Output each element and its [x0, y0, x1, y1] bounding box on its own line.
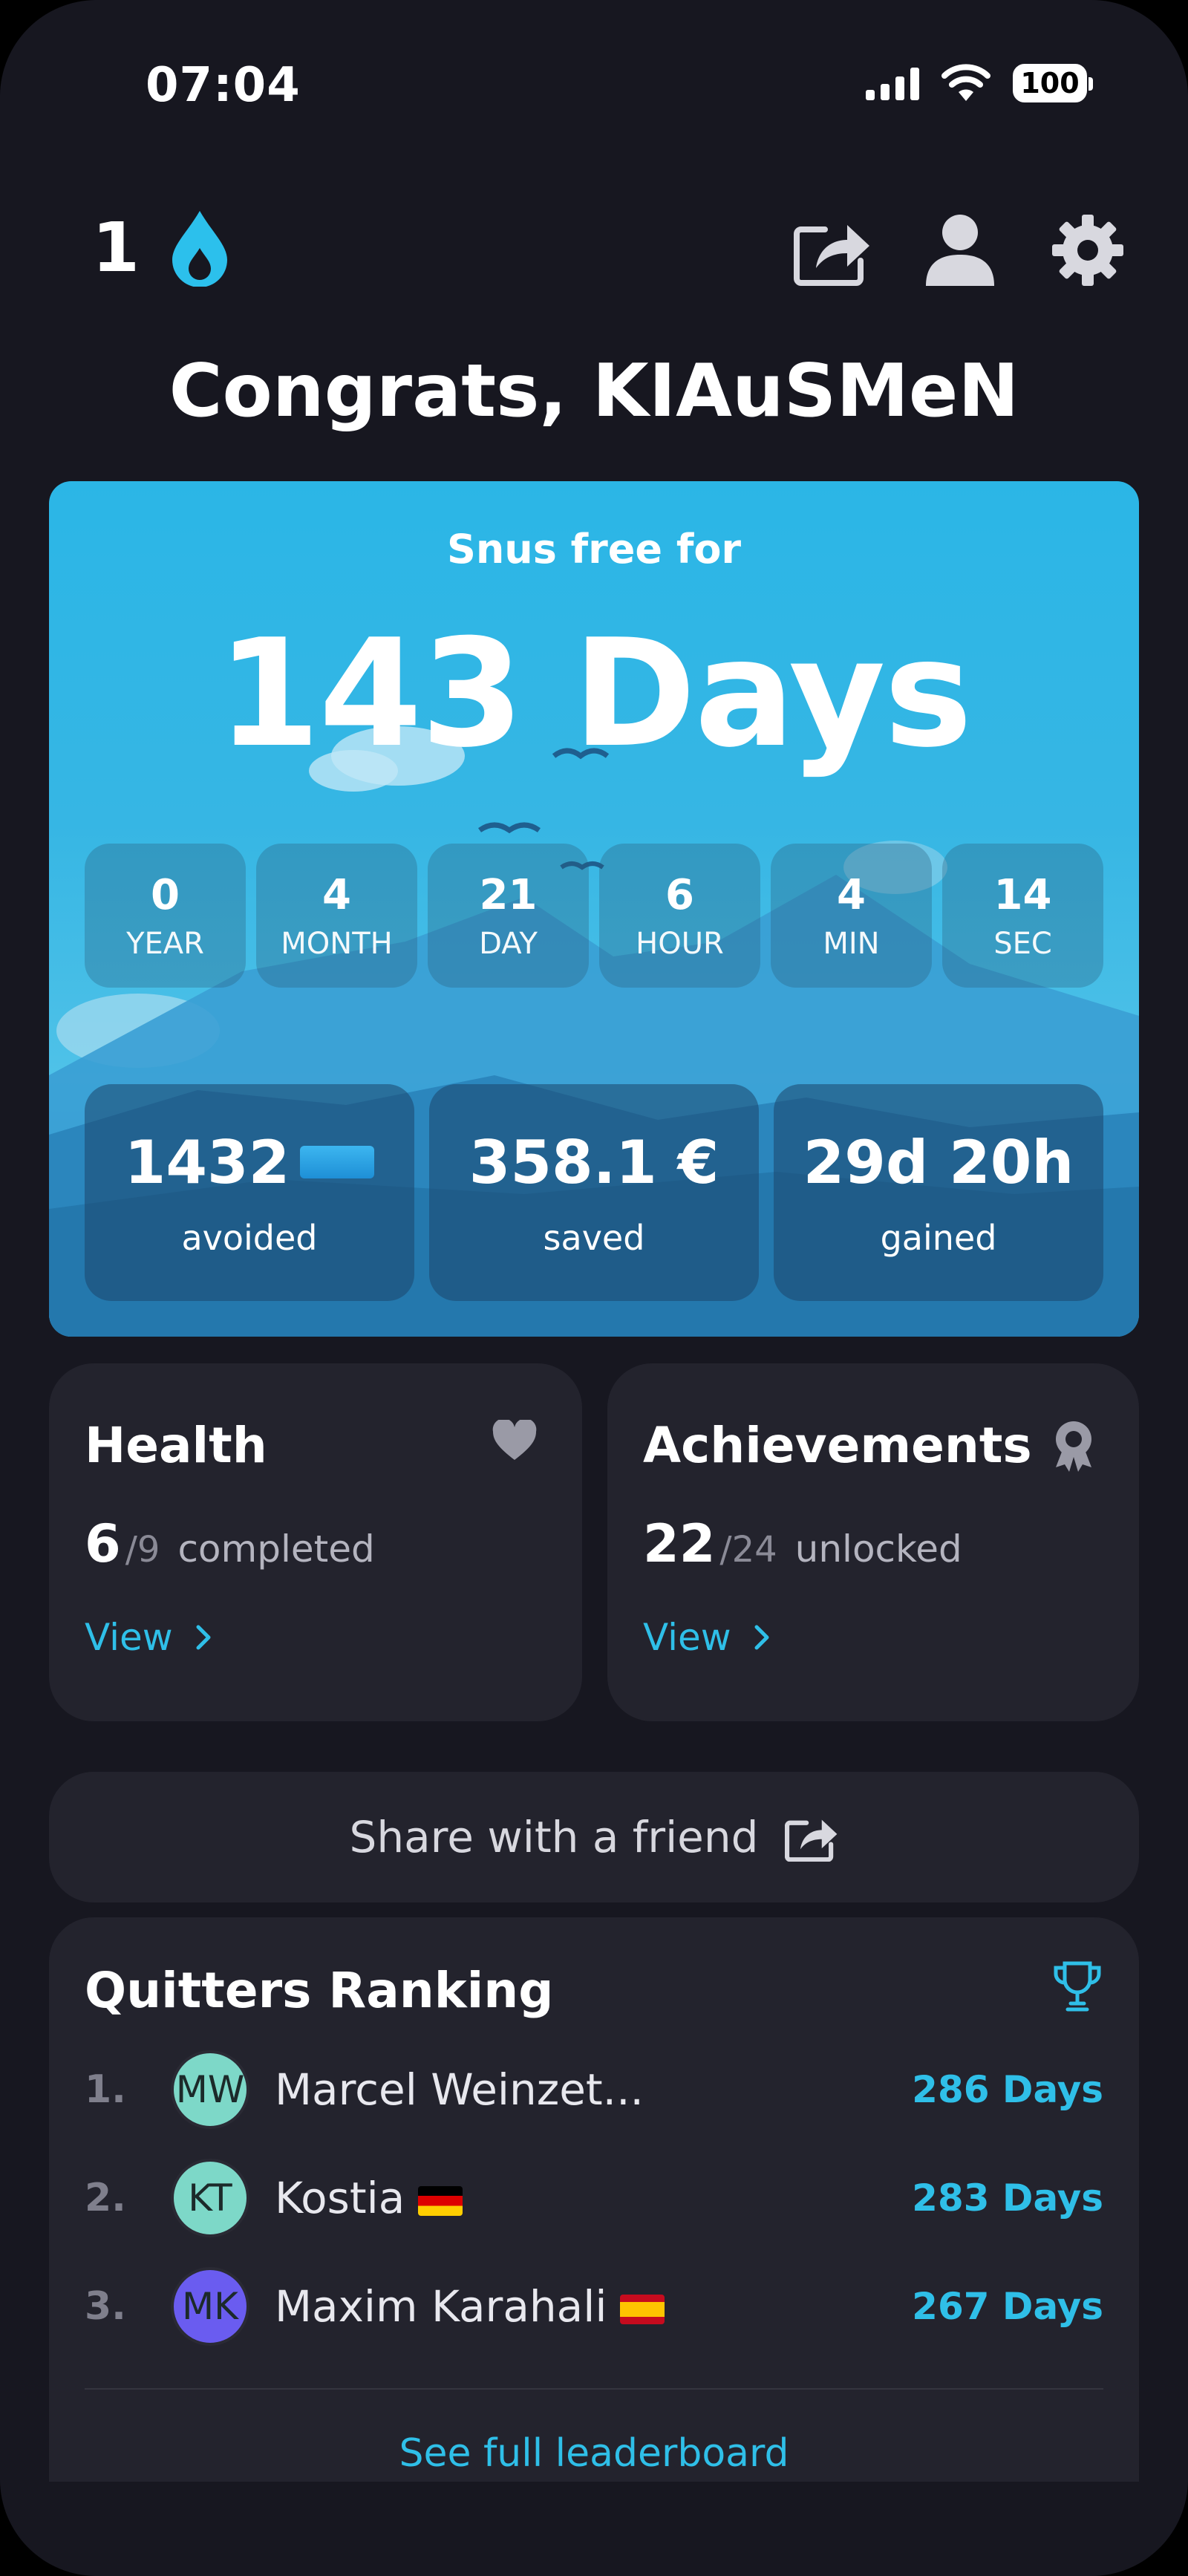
quitters-ranking-card: Quitters Ranking 1. MW Marcel Weinzet...…: [49, 1917, 1139, 2482]
time-unit: YEAR: [126, 926, 204, 961]
share-icon: [785, 1819, 838, 1862]
time-value: 4: [322, 870, 351, 919]
view-link-label: View: [643, 1616, 731, 1659]
share-label: Share with a friend: [349, 1812, 759, 1862]
see-full-leaderboard-link[interactable]: See full leaderboard: [49, 2431, 1139, 2476]
heart-icon: [492, 1420, 537, 1460]
stat-label: avoided: [181, 1217, 318, 1258]
profile-button[interactable]: [919, 209, 1001, 291]
health-card[interactable]: Health 6 /9 completed View: [49, 1363, 582, 1721]
top-actions: [792, 209, 1129, 291]
share-icon: [794, 225, 869, 286]
time-cell-min: 4 MIN: [771, 844, 932, 988]
health-progress-label: completed: [177, 1527, 375, 1571]
ranking-title: Quitters Ranking: [85, 1962, 554, 2019]
water-drop-icon: [172, 210, 228, 287]
achievements-view-link[interactable]: View: [643, 1616, 770, 1659]
germany-flag-icon: [418, 2185, 463, 2216]
page-title: Congrats, KIAuSMeN: [169, 349, 1019, 434]
user-icon: [926, 215, 994, 286]
stat-value: 1432: [124, 1127, 290, 1197]
stat-value: 358.1 €: [469, 1127, 719, 1197]
stat-gained: 29d 20h gained: [774, 1084, 1103, 1301]
battery-icon: 100: [1013, 64, 1093, 102]
health-done-count: 6: [85, 1513, 121, 1574]
time-value: 0: [151, 870, 180, 919]
time-breakdown: 0 YEAR 4 MONTH 21 DAY 6 HOUR 4 MIN 14 SE…: [85, 844, 1103, 988]
achievements-progress: 22 /24 unlocked: [643, 1513, 962, 1574]
rank-number: 1.: [85, 2067, 126, 2112]
share-with-friend-button[interactable]: Share with a friend: [49, 1772, 1139, 1902]
achievements-total-count: /24: [719, 1529, 777, 1571]
rank-number: 3.: [85, 2284, 126, 2329]
status-icons: 100: [866, 64, 1093, 102]
time-value: 21: [479, 870, 538, 919]
gear-icon: [1052, 215, 1123, 286]
spain-flag-icon: [620, 2294, 665, 2324]
stat-label: saved: [543, 1217, 645, 1258]
health-total-count: /9: [125, 1529, 160, 1571]
time-cell-day: 21 DAY: [428, 844, 589, 988]
view-link-label: View: [85, 1616, 173, 1659]
stat-saved: 358.1 € saved: [429, 1084, 759, 1301]
settings-button[interactable]: [1047, 209, 1129, 291]
achievements-progress-label: unlocked: [794, 1527, 962, 1571]
ranking-row[interactable]: 2. KT Kostia 283 Days: [85, 2153, 1103, 2243]
rank-days: 286 Days: [912, 2068, 1103, 2111]
time-unit: MIN: [823, 926, 880, 961]
quit-timer-card: Snus free for 143 Days 0 YEAR 4 MONTH 21…: [49, 481, 1139, 1337]
time-unit: MONTH: [281, 926, 393, 961]
time-value: 14: [993, 870, 1052, 919]
time-value: 6: [665, 870, 694, 919]
rank-name: Kostia: [275, 2173, 405, 2223]
time-cell-month: 4 MONTH: [256, 844, 417, 988]
ranking-row[interactable]: 3. MK Maxim Karahali 267 Days: [85, 2262, 1103, 2351]
hero-label: Snus free for: [446, 526, 742, 573]
snus-pouch-icon: [300, 1146, 375, 1178]
health-progress: 6 /9 completed: [85, 1513, 375, 1574]
rank-name: Maxim Karahali: [275, 2281, 607, 2332]
time-unit: DAY: [479, 926, 538, 961]
time-cell-year: 0 YEAR: [85, 844, 246, 988]
trophy-icon: [1054, 1961, 1101, 2012]
stat-avoided: 1432 avoided: [85, 1084, 414, 1301]
stat-label: gained: [880, 1217, 997, 1258]
achievements-title: Achievements: [643, 1417, 1032, 1474]
avatar: MK: [171, 2267, 249, 2346]
avatar: MW: [171, 2050, 249, 2129]
time-value: 4: [837, 870, 866, 919]
health-view-link[interactable]: View: [85, 1616, 212, 1659]
rank-name-group: Kostia: [275, 2173, 912, 2223]
cellular-signal-icon: [866, 66, 919, 100]
time-unit: SEC: [993, 926, 1052, 961]
health-title: Health: [85, 1417, 267, 1474]
streak-indicator[interactable]: 1: [92, 208, 229, 287]
rank-days: 283 Days: [912, 2176, 1103, 2220]
wifi-icon: [941, 64, 990, 101]
streak-count: 1: [92, 208, 140, 287]
chevron-right-icon: [196, 1625, 211, 1650]
achievements-done-count: 22: [643, 1513, 716, 1574]
time-cell-hour: 6 HOUR: [599, 844, 760, 988]
hero-days-value: 143 Days: [217, 607, 972, 780]
award-ribbon-icon: [1056, 1421, 1091, 1472]
rank-name-group: Maxim Karahali: [275, 2281, 912, 2332]
divider: [85, 2388, 1103, 2390]
chevron-right-icon: [754, 1625, 769, 1650]
time-cell-sec: 14 SEC: [942, 844, 1103, 988]
avatar: KT: [171, 2159, 249, 2237]
rank-name: Marcel Weinzet...: [275, 2064, 644, 2115]
ranking-row[interactable]: 1. MW Marcel Weinzet... 286 Days: [85, 2045, 1103, 2134]
status-time: 07:04: [146, 58, 301, 113]
stat-value-row: 1432: [125, 1128, 375, 1197]
time-unit: HOUR: [636, 926, 724, 961]
achievements-card[interactable]: Achievements 22 /24 unlocked View: [607, 1363, 1139, 1721]
stats-row: 1432 avoided 358.1 € saved 29d 20h gaine…: [85, 1084, 1103, 1301]
share-button[interactable]: [792, 209, 873, 291]
rank-number: 2.: [85, 2176, 126, 2220]
phone-screen: 07:04 100 1 Congrats, KIAuSMeN Snus free…: [0, 0, 1188, 2576]
stat-value: 29d 20h: [803, 1127, 1074, 1197]
rank-days: 267 Days: [912, 2285, 1103, 2328]
